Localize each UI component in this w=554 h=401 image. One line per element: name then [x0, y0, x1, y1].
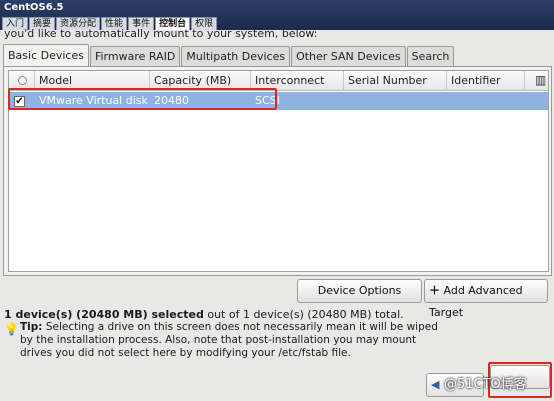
instruction-text: you'd like to automatically mount to you… — [4, 28, 318, 40]
columns-icon[interactable]: ▥ — [529, 73, 546, 87]
tab-other-san-devices[interactable]: Other SAN Devices — [291, 46, 406, 66]
vm-title: CentOS6.5 — [4, 2, 64, 13]
tip-text: Tip: Selecting a drive on this screen do… — [20, 321, 440, 360]
highlight-box-row — [8, 88, 277, 110]
cell-identifier — [447, 92, 525, 110]
add-advanced-target-label: Add Advanced Target — [429, 284, 523, 319]
tip-body: Selecting a drive on this screen does no… — [20, 321, 438, 359]
tab-multipath-devices[interactable]: Multipath Devices — [181, 46, 291, 66]
back-arrow-icon: ◀ — [431, 378, 440, 391]
cell-serial-number — [344, 92, 447, 110]
column-serial-number[interactable]: Serial Number — [344, 71, 447, 91]
selection-status-rest: out of 1 device(s) (20480 MB) total. — [203, 308, 404, 321]
plus-icon: ＋ — [429, 284, 440, 297]
tip-label: Tip: — [20, 321, 43, 333]
tab-search[interactable]: Search — [406, 46, 455, 66]
device-type-tabs: Basic Devices Firmware RAID Multipath De… — [3, 44, 455, 66]
selection-status-bold: 1 device(s) (20480 MB) selected — [4, 308, 204, 321]
watermark-text: @51CTO博客 — [444, 377, 527, 392]
vm-window-bar: CentOS6.5 入门 摘要 资源分配 性能 事件 控制台 权限 — [0, 0, 554, 30]
selection-status: 1 device(s) (20480 MB) selected out of 1… — [4, 308, 404, 321]
device-options-button[interactable]: Device Options — [297, 279, 422, 303]
column-identifier[interactable]: Identifier — [447, 71, 525, 91]
column-chooser[interactable]: ▥ — [525, 71, 548, 91]
tab-basic-devices[interactable]: Basic Devices — [3, 44, 89, 66]
select-all-radio-icon[interactable] — [18, 76, 27, 85]
tab-firmware-raid[interactable]: Firmware RAID — [89, 46, 181, 66]
add-advanced-target-button[interactable]: ＋ Add Advanced Target — [424, 279, 548, 319]
lightbulb-icon: 💡 — [4, 322, 19, 336]
